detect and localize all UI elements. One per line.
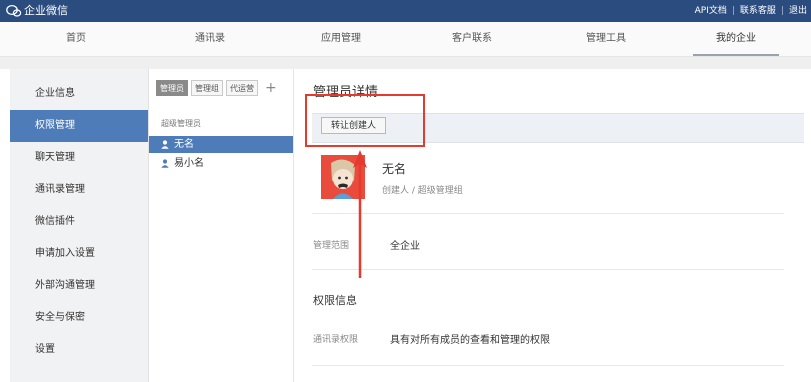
sidebar-item-join-settings[interactable]: 申请加入设置: [10, 238, 148, 270]
divider: [312, 213, 784, 214]
contacts-permission-label: 通讯录权限: [313, 335, 359, 345]
top-links: API文档 | 联系客服 | 退出: [695, 4, 807, 18]
nav-home[interactable]: 首页: [26, 22, 126, 56]
permissions-section-title: 权限信息: [313, 294, 357, 307]
scope-label: 管理范围: [313, 241, 350, 251]
contacts-permission-value: 具有对所有成员的查看和管理的权限: [390, 335, 550, 346]
divider: [312, 269, 784, 270]
tab-agency-operators[interactable]: 代运营: [226, 80, 258, 96]
nav-management-tools[interactable]: 管理工具: [556, 22, 656, 56]
nav-contacts[interactable]: 通讯录: [160, 22, 260, 56]
add-admin-button[interactable]: +: [265, 81, 277, 95]
contact-support-link[interactable]: 联系客服: [740, 6, 776, 16]
admin-name: 易小名: [174, 158, 204, 169]
link-separator: |: [731, 6, 735, 16]
admin-list-item[interactable]: 易小名: [149, 155, 293, 172]
nav-app-management[interactable]: 应用管理: [291, 22, 391, 56]
tab-admin-groups[interactable]: 管理组: [191, 80, 223, 96]
sidebar-item-company-info[interactable]: 企业信息: [10, 78, 148, 110]
top-bar: 企业微信 API文档 | 联系客服 | 退出: [0, 0, 811, 22]
admin-tabs: 管理员 管理组 代运营 +: [156, 80, 277, 96]
user-icon: [161, 140, 169, 149]
profile-name: 无名: [382, 162, 407, 176]
app-title: 企业微信: [24, 4, 68, 17]
api-docs-link[interactable]: API文档: [695, 6, 727, 16]
chat-bubbles-icon: [6, 4, 22, 17]
sidebar-item-settings[interactable]: 设置: [10, 334, 148, 366]
nav-customer-contact[interactable]: 客户联系: [422, 22, 522, 56]
sidebar: 企业信息 权限管理 聊天管理 通讯录管理 微信插件 申请加入设置 外部沟通管理 …: [10, 69, 149, 382]
tab-admins[interactable]: 管理员: [156, 80, 188, 96]
logout-link[interactable]: 退出: [789, 6, 807, 16]
nav-my-enterprise[interactable]: 我的企业: [686, 22, 786, 56]
admin-list-item[interactable]: 无名: [149, 136, 293, 153]
sidebar-item-security[interactable]: 安全与保密: [10, 302, 148, 334]
scope-value: 全企业: [390, 241, 420, 252]
user-icon: [161, 159, 169, 168]
sidebar-item-contacts-management[interactable]: 通讯录管理: [10, 174, 148, 206]
highlight-box: [305, 94, 425, 147]
super-admin-group-label: 超级管理员: [161, 119, 201, 128]
sidebar-item-chat-management[interactable]: 聊天管理: [10, 142, 148, 174]
link-separator: |: [780, 6, 784, 16]
admin-name: 无名: [174, 139, 194, 150]
app-logo[interactable]: 企业微信: [6, 3, 68, 19]
nav-active-indicator: [693, 54, 779, 56]
divider: [312, 365, 784, 366]
sidebar-item-external-communication[interactable]: 外部沟通管理: [10, 270, 148, 302]
arrow-up-icon: [353, 150, 367, 278]
sidebar-item-permissions[interactable]: 权限管理: [10, 110, 148, 142]
content-gap: [0, 57, 811, 69]
admin-list-panel: 管理员 管理组 代运营 + 超级管理员 无名 易小名: [149, 69, 294, 382]
sidebar-item-wechat-plugin[interactable]: 微信插件: [10, 206, 148, 238]
main-nav: 首页 通讯录 应用管理 客户联系 管理工具 我的企业: [0, 22, 811, 57]
profile-role: 创建人 / 超级管理组: [382, 186, 463, 196]
